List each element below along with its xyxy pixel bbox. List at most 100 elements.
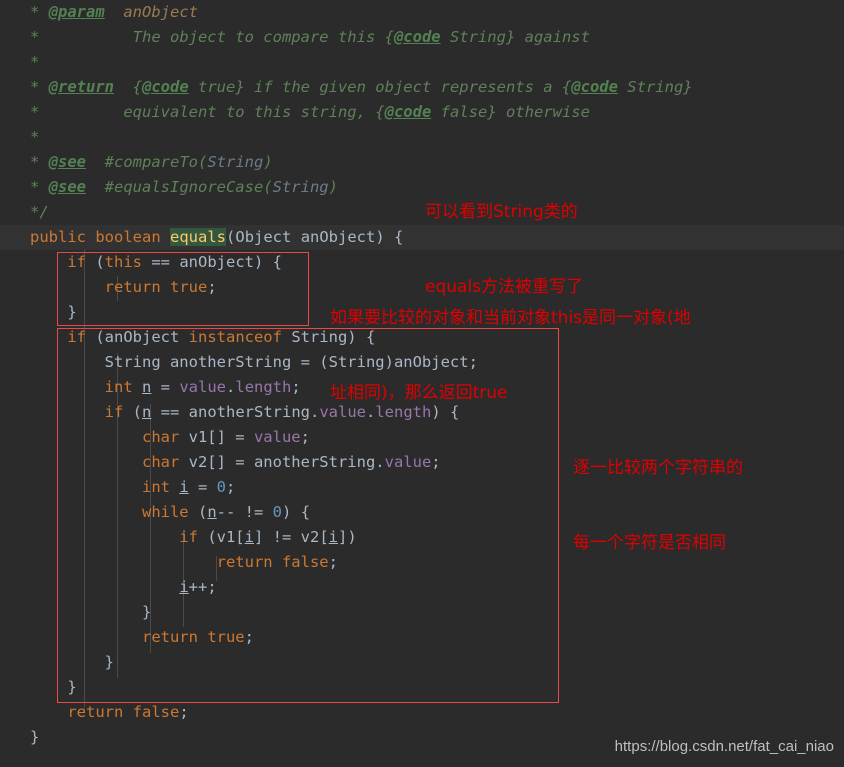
javadoc-text: { [114,78,142,96]
token-kw: return [216,553,273,571]
token-brace: { [291,503,311,521]
watermark-url: https://blog.csdn.net/fat_cai_niao [614,738,834,755]
token-kw: int [104,378,133,396]
note-line-2: 每一个字符是否相同 [573,533,726,553]
javadoc-tag-code: @code [384,103,432,121]
param-name: anObject [291,228,376,246]
token-plain: ; [226,478,236,496]
token-kw: return [67,703,124,721]
token-field: value [179,378,227,396]
token-localvar: i [179,478,189,496]
token-plain: v1[] = [179,428,254,446]
javadoc-text-after: ) [263,153,273,171]
javadoc-star: * [30,103,49,121]
token-num: 0 [272,503,283,521]
token-plain: ] != v2[ [254,528,329,546]
javadoc-param-name: anObject [123,3,198,21]
token-plain: ; [244,628,254,646]
javadoc-link-string: String [272,178,329,196]
javadoc-star: * [30,153,49,171]
note-line-1: 如果要比较的对象和当前对象this是同一对象(地 [330,308,691,328]
token-brace: } [104,653,114,671]
token-plain: == anObject) [142,253,264,271]
javadoc-tag-code: @code [142,78,189,96]
note-compare-char-by-char: 逐一比较两个字符串的 每一个字符是否相同 [573,406,743,606]
token-plain: -- != [216,503,273,521]
token-plain: ( [86,253,105,271]
javadoc-star: * [30,78,49,96]
method-name-equals[interactable]: equals [170,228,227,246]
token-kw: int [141,478,170,496]
javadoc-text: #compareTo( [86,153,208,171]
token-plain: ( [123,403,142,421]
token-brace: } [67,678,77,696]
javadoc-line-blank-2: * [0,125,844,150]
code-line-return-true-2[interactable]: return true; [0,625,844,650]
token-kw: while [141,503,189,521]
javadoc-line-param: * @param anObject [0,0,844,25]
method-signature-line[interactable]: public boolean equals(Object anObject) { [0,225,844,250]
note-line-1: 逐一比较两个字符串的 [573,458,743,478]
token-plain: ) [282,503,292,521]
javadoc-line-return: * @return {@code true} if the given obje… [0,75,844,100]
param-type: Object [235,228,292,246]
token-plain: = [188,478,217,496]
javadoc-close-marker: */ [30,203,49,221]
return-type-boolean: boolean [95,228,161,246]
code-line-return-false-outer[interactable]: return false; [0,700,844,725]
javadoc-link-string: String [207,153,264,171]
token-localvar: i [179,578,189,596]
token-plain: . [226,378,236,396]
note-line-1: 可以看到String类的 [425,202,578,222]
token-plain: == anotherString. [151,403,320,421]
token-num: 0 [216,478,227,496]
token-plain: ; [328,553,338,571]
javadoc-line-blank-1: * [0,50,844,75]
token-kw: return [141,628,198,646]
code-line-close-if-len[interactable]: } [0,650,844,675]
token-field: value [253,428,301,446]
javadoc-tag-code-2: @code [571,78,618,96]
javadoc-block: * @param anObject * The object to compar… [0,0,844,225]
modifier-public: public [30,228,86,246]
javadoc-star: * [30,53,40,71]
token-kw: true [197,628,245,646]
token-plain: (v1[ [197,528,245,546]
javadoc-text: The object to compare this { [48,28,394,46]
code-editor[interactable]: * @param anObject * The object to compar… [0,0,844,767]
token-brace: } [67,303,77,321]
javadoc-tag-see: @see [48,178,86,196]
token-plain: (anObject [86,328,189,346]
token-plain: ; [179,703,189,721]
token-localvar: i [244,528,254,546]
javadoc-line-close: */ [0,200,844,225]
token-localvar: n [207,503,217,521]
token-brace: } [30,728,40,746]
javadoc-star: * [30,3,49,21]
token-kw: false [272,553,329,571]
token-plain: ( [188,503,208,521]
token-kw: true [160,278,208,296]
token-plain: ]) [338,528,357,546]
token-kw: char [141,428,180,446]
code-line-close-if-instanceof[interactable]: } [0,675,844,700]
token-kw: char [141,453,180,471]
token-plain: ; [207,278,217,296]
token-localvar: i [328,528,338,546]
